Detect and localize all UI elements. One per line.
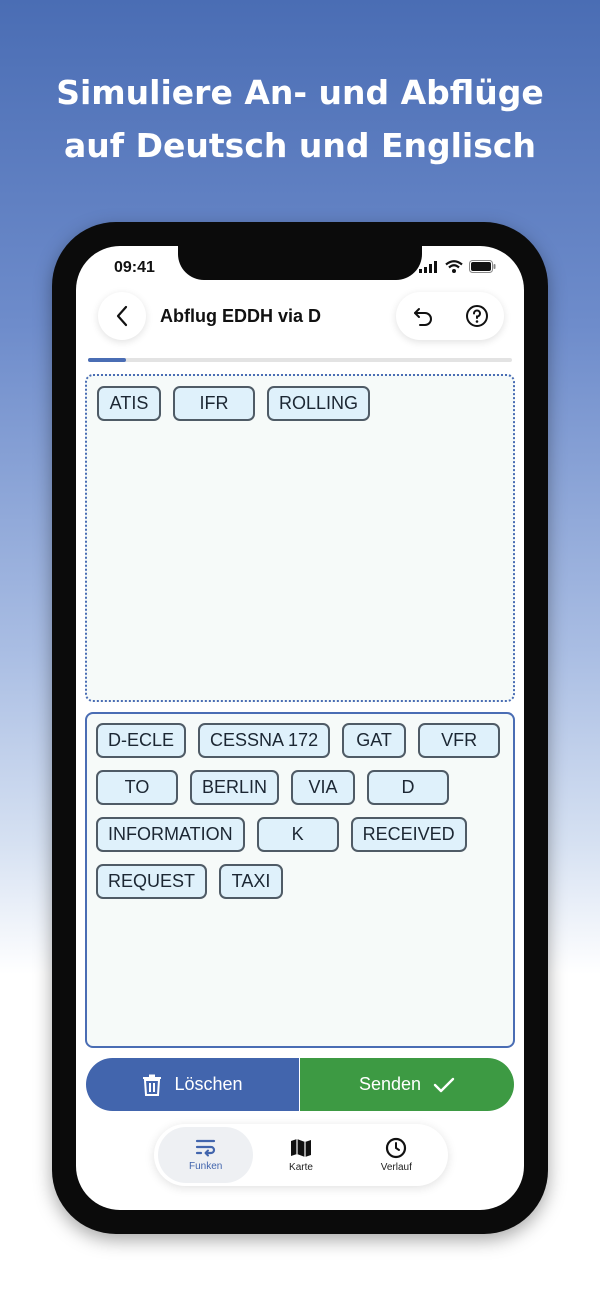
- promo-headline: Simuliere An- und Abflüge auf Deutsch un…: [0, 66, 600, 172]
- word-chip[interactable]: D: [367, 770, 450, 805]
- delete-label: Löschen: [174, 1074, 243, 1094]
- tab-funken-label: Funken: [188, 1161, 223, 1172]
- back-button[interactable]: [98, 292, 146, 340]
- progress-fill: [88, 358, 127, 362]
- trash-icon: [143, 1074, 162, 1096]
- word-chip[interactable]: VIA: [291, 770, 356, 805]
- word-chip[interactable]: CESSNA 172: [198, 723, 331, 758]
- cellular-signal-icon: [419, 260, 437, 273]
- send-label: Senden: [358, 1074, 422, 1094]
- undo-icon: [414, 308, 432, 326]
- answer-chip[interactable]: ATIS: [97, 386, 161, 421]
- wifi-icon: [445, 260, 463, 273]
- map-icon: [290, 1139, 311, 1157]
- answer-chip[interactable]: ROLLING: [267, 386, 371, 421]
- camera-notch: [178, 246, 422, 280]
- help-circle-icon: [466, 305, 488, 327]
- word-chip[interactable]: INFORMATION: [96, 817, 245, 852]
- checkmark-icon: [433, 1077, 455, 1092]
- battery-icon: [469, 260, 496, 273]
- clock-icon: [386, 1137, 407, 1159]
- progress-bar: [88, 358, 512, 362]
- headline-line-1: Simuliere An- und Abflüge: [56, 73, 544, 112]
- phone-frame: 09:41 Abflug EDDH via D ATIS IFR ROLLING…: [52, 222, 548, 1234]
- header-actions: [396, 292, 504, 340]
- tab-karte-label: Karte: [289, 1162, 313, 1173]
- delete-button[interactable]: Löschen: [86, 1058, 300, 1111]
- word-chip[interactable]: D-ECLE: [96, 723, 187, 758]
- action-bar: Löschen Senden: [86, 1058, 514, 1111]
- answer-chip[interactable]: IFR: [173, 386, 255, 421]
- status-time: 09:41: [114, 259, 155, 276]
- word-chip[interactable]: RECEIVED: [350, 817, 467, 852]
- headline-line-2: auf Deutsch und Englisch: [64, 126, 536, 165]
- word-chip[interactable]: TAXI: [219, 864, 284, 899]
- word-chip[interactable]: REQUEST: [96, 864, 208, 899]
- word-chip[interactable]: GAT: [342, 723, 407, 758]
- app-screen: 09:41 Abflug EDDH via D ATIS IFR ROLLING…: [76, 246, 524, 1210]
- bottom-tab-bar: Funken Karte Verlauf: [154, 1124, 448, 1186]
- status-icons: [419, 260, 496, 273]
- radio-transmit-icon: [195, 1139, 215, 1157]
- page-title: Abflug EDDH via D: [160, 306, 322, 326]
- word-chip[interactable]: VFR: [418, 723, 501, 758]
- answer-drop-zone[interactable]: ATIS IFR ROLLING: [85, 374, 515, 702]
- word-chip[interactable]: K: [256, 817, 339, 852]
- word-chip[interactable]: BERLIN: [190, 770, 280, 805]
- chevron-left-icon: [116, 305, 128, 327]
- send-button[interactable]: Senden: [300, 1058, 514, 1111]
- word-pool: D-ECLE CESSNA 172 GAT VFR TO BERLIN VIA D INFORM…: [85, 712, 515, 1048]
- tab-verlauf[interactable]: Verlauf: [349, 1127, 444, 1183]
- help-button[interactable]: [459, 298, 495, 334]
- tab-karte[interactable]: Karte: [253, 1127, 348, 1183]
- word-chip[interactable]: TO: [96, 770, 178, 805]
- tab-verlauf-label: Verlauf: [380, 1162, 412, 1173]
- tab-funken[interactable]: Funken: [158, 1127, 254, 1183]
- undo-button[interactable]: [405, 298, 441, 334]
